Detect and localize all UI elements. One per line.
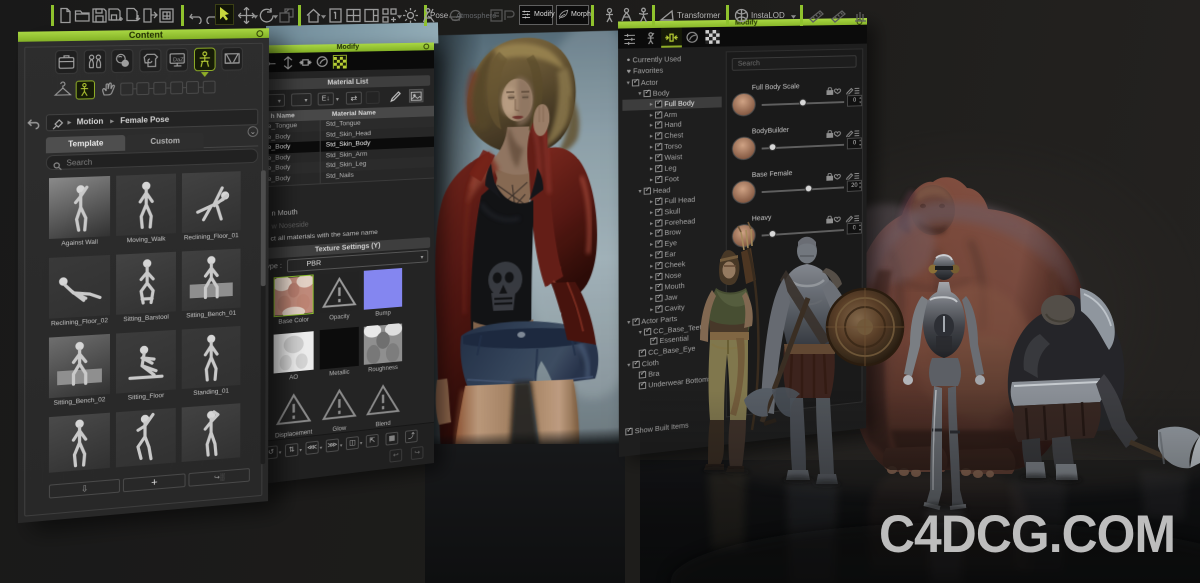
svg-text:DaZ: DaZ (173, 57, 184, 63)
